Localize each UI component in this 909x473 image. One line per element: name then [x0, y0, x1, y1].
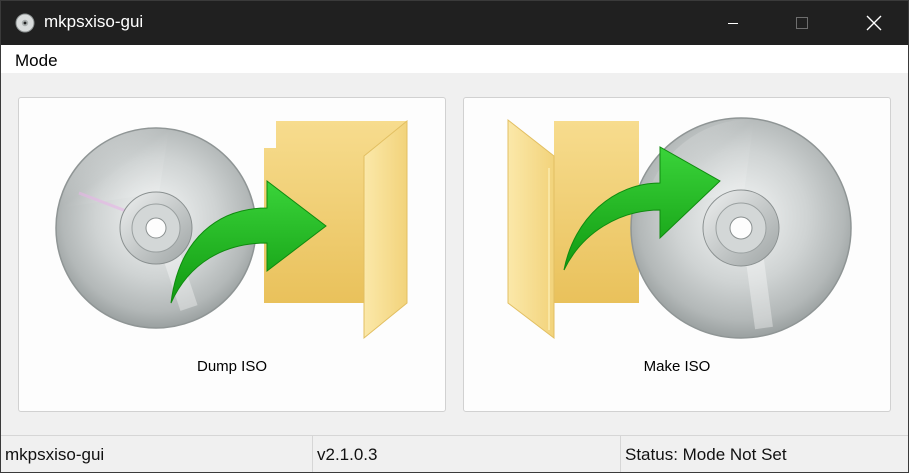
dump-iso-label: Dump ISO	[196, 358, 268, 375]
make-iso-label: Make ISO	[643, 358, 711, 375]
main-panel: Dump ISO Make ISO	[1, 73, 908, 435]
menu-mode[interactable]: Mode	[13, 51, 60, 71]
status-app-name: mkpsxiso-gui	[5, 445, 105, 464]
make-iso-button[interactable]: Make ISO	[463, 97, 891, 412]
disc-to-folder-icon	[55, 119, 408, 340]
close-icon	[866, 15, 882, 31]
dump-iso-button[interactable]: Dump ISO	[18, 97, 446, 412]
app-window: mkpsxiso-gui Mode Dump ISO Make ISO mkps…	[0, 0, 909, 473]
status-bar: mkpsxiso-gui v2.1.0.3 Status: Mode Not S…	[1, 435, 908, 472]
menu-bar: Mode	[1, 45, 908, 73]
maximize-icon	[796, 17, 808, 29]
status-version: v2.1.0.3	[312, 436, 618, 472]
folder-graphic	[507, 118, 639, 340]
folder-to-disc-icon	[507, 117, 852, 340]
close-button[interactable]	[843, 1, 905, 45]
title-bar[interactable]: mkpsxiso-gui	[1, 1, 908, 45]
minimize-button[interactable]	[702, 1, 764, 45]
disc-icon	[15, 13, 35, 33]
status-mode: Status: Mode Not Set	[620, 436, 908, 472]
minimize-icon	[728, 23, 738, 24]
window-title: mkpsxiso-gui	[44, 12, 144, 31]
maximize-button[interactable]	[771, 1, 833, 45]
